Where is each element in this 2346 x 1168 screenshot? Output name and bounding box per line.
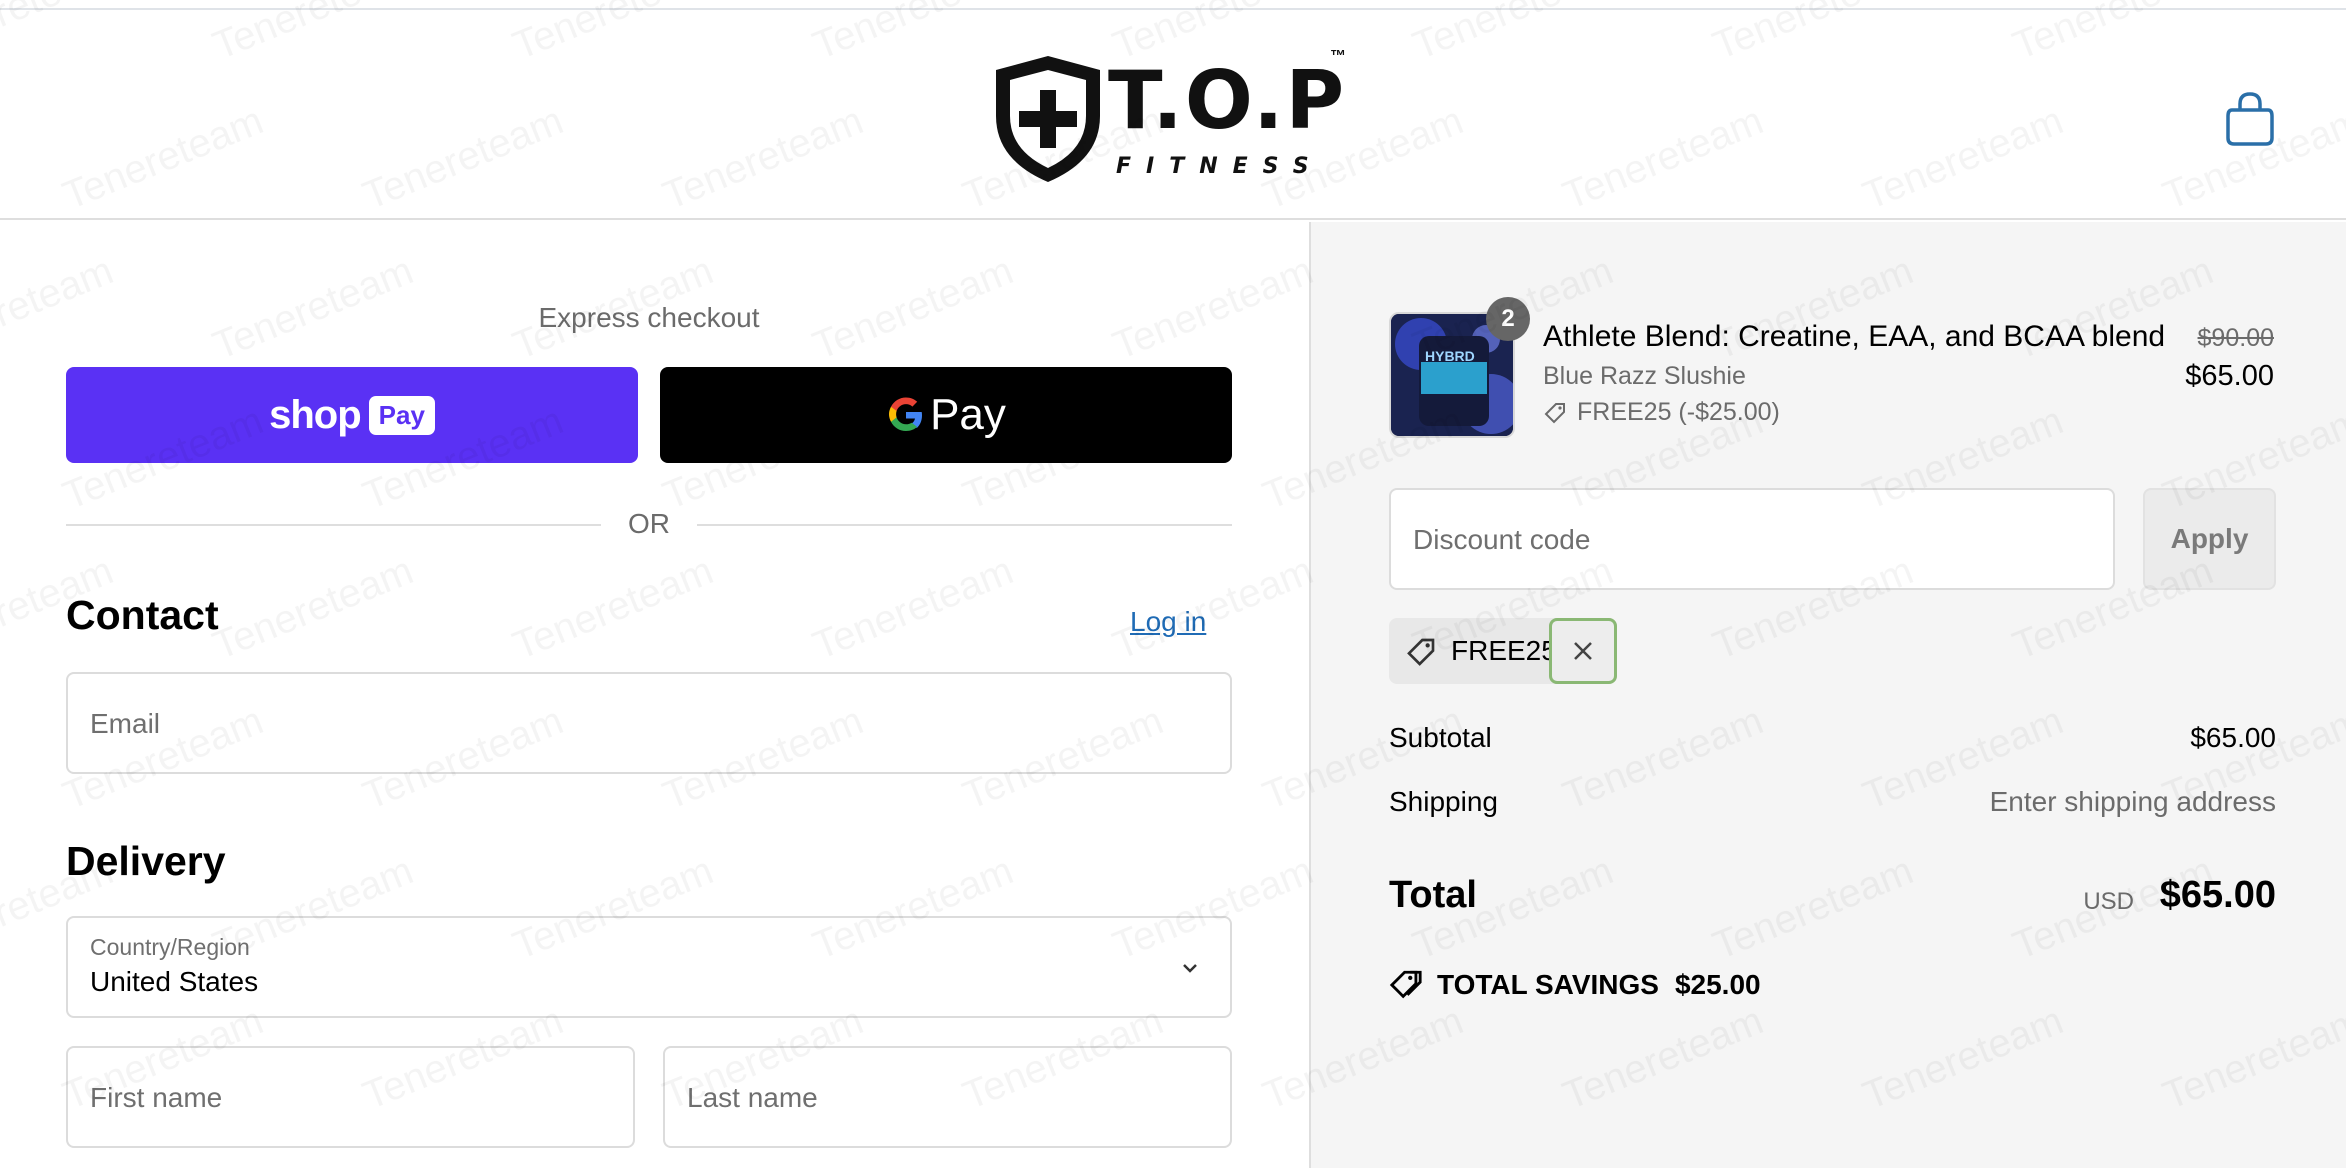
google-pay-button[interactable]: Pay — [660, 367, 1232, 463]
tag-icon — [1544, 402, 1565, 423]
first-name-field[interactable]: First name — [66, 1046, 635, 1148]
shipping-label: Shipping — [1389, 786, 1498, 817]
shop-pay-badge: Pay — [368, 395, 435, 435]
total-amount: $65.00 — [2159, 874, 2276, 916]
applied-code-text: FREE25 — [1451, 635, 1557, 666]
site-header: T.O.P ™ FITNESS — [0, 10, 2346, 220]
product-variant: Blue Razz Slushie — [1543, 362, 1746, 390]
trademark-symbol: ™ — [1330, 48, 1346, 65]
order-summary-column: HYBRD 2 Athlete Blend: Creatine, EAA, an… — [1309, 222, 2346, 1168]
discounted-price: $65.00 — [2185, 360, 2274, 392]
subtotal-value: $65.00 — [2190, 722, 2276, 753]
divider-line-right — [697, 524, 1232, 526]
product-image-brand: HYBRD — [1425, 348, 1475, 364]
savings-label: TOTAL SAVINGS — [1437, 969, 1659, 1000]
chevron-down-icon — [1183, 964, 1197, 973]
total-currency: USD — [2083, 888, 2134, 915]
email-field[interactable]: Email — [66, 672, 1232, 774]
shop-pay-wordmark: shop — [269, 392, 362, 437]
tag-icon — [1407, 638, 1435, 666]
shipping-row: Shipping Enter shipping address — [1389, 786, 2276, 818]
shipping-value: Enter shipping address — [1989, 786, 2276, 817]
or-divider: OR — [66, 504, 1232, 544]
total-label: Total — [1389, 874, 1477, 916]
last-name-placeholder: Last name — [687, 1082, 818, 1113]
shop-pay-button[interactable]: shop Pay — [66, 367, 638, 463]
product-name: Athlete Blend: Creatine, EAA, and BCAA b… — [1543, 320, 2166, 353]
quantity-badge: 2 — [1486, 297, 1530, 341]
google-g-icon — [889, 397, 923, 431]
applied-discount-chip: FREE25 — [1389, 618, 1617, 684]
email-placeholder: Email — [90, 708, 161, 739]
or-label: OR — [628, 508, 670, 539]
savings-tag-icon — [1389, 970, 1422, 999]
subtotal-row: Subtotal $65.00 — [1389, 722, 2276, 754]
discount-code-placeholder: Discount code — [1413, 524, 1591, 555]
close-icon — [1574, 642, 1592, 660]
delivery-heading: Delivery — [66, 838, 226, 884]
product-discount-text: FREE25 (-$25.00) — [1577, 398, 1780, 426]
country-region-select[interactable]: Country/Region United States — [66, 916, 1232, 1018]
remove-discount-button[interactable] — [1549, 618, 1617, 684]
express-checkout-label: Express checkout — [538, 302, 760, 333]
total-row: Total USD $65.00 — [1389, 874, 2276, 924]
first-name-placeholder: First name — [90, 1082, 223, 1113]
google-pay-label: Pay — [930, 390, 1006, 439]
subtotal-label: Subtotal — [1389, 722, 1492, 753]
shopping-bag-icon — [2226, 92, 2274, 146]
log-in-link[interactable]: Log in — [1130, 606, 1206, 638]
top-strip — [0, 0, 2346, 10]
logo-subtitle: FITNESS — [1116, 154, 1324, 179]
savings-amount: $25.00 — [1674, 969, 1761, 1000]
country-region-value: United States — [90, 966, 259, 997]
apply-discount-button[interactable]: Apply — [2143, 488, 2276, 590]
last-name-field[interactable]: Last name — [663, 1046, 1232, 1148]
divider-line-left — [66, 524, 601, 526]
contact-heading: Contact — [66, 592, 219, 638]
store-logo[interactable]: T.O.P ™ FITNESS — [990, 48, 1350, 198]
total-savings: TOTAL SAVINGS $25.00 — [1389, 968, 1761, 1002]
discount-code-input[interactable]: Discount code — [1389, 488, 2115, 590]
product-discount: FREE25 (-$25.00) — [1543, 398, 1780, 427]
original-price: $90.00 — [2197, 324, 2274, 352]
logo-wordmark: T.O.P — [1108, 54, 1347, 147]
country-region-label: Country/Region — [90, 934, 250, 960]
checkout-form-column: Express checkout shop Pay Pay OR Contact… — [0, 222, 1309, 1168]
cart-button[interactable] — [2224, 90, 2276, 150]
